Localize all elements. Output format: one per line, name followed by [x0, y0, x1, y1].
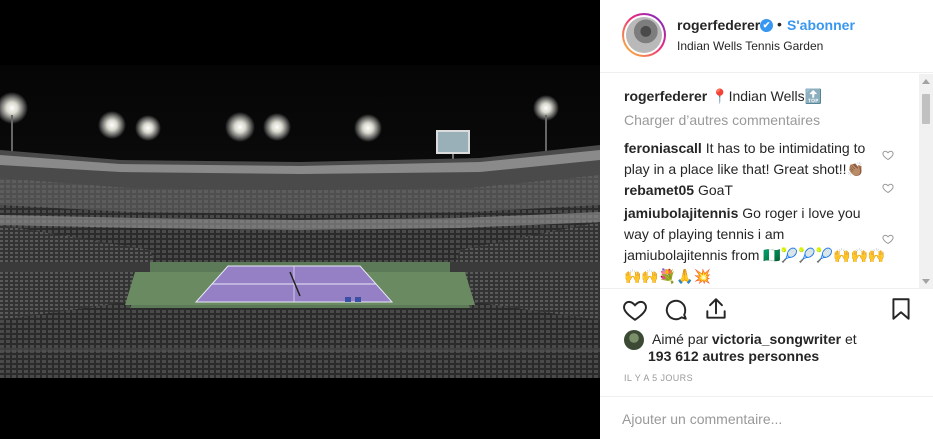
- comments-section[interactable]: rogerfederer 📍Indian Wells🔝 Charger d’au…: [600, 74, 933, 289]
- comment-text: GoaT: [697, 182, 733, 198]
- stadium-photo: [0, 0, 600, 439]
- comment-icon[interactable]: [663, 297, 689, 323]
- heart-icon[interactable]: [622, 297, 648, 323]
- load-more-comments-button[interactable]: Charger d’autres commentaires: [624, 112, 820, 128]
- scroll-down-arrow-icon[interactable]: [922, 279, 930, 284]
- post-timestamp[interactable]: IL Y A 5 JOURS: [624, 373, 693, 383]
- comment-like-heart-icon[interactable]: [882, 149, 894, 161]
- post-sidebar: rogerfederer ✔ • S'abonner Indian Wells …: [600, 0, 933, 439]
- verified-icon: ✔: [760, 19, 773, 32]
- post-header: rogerfederer ✔ • S'abonner Indian Wells …: [600, 0, 933, 73]
- header-username[interactable]: rogerfederer: [677, 17, 760, 33]
- comment-item: jamiubolajitennis Go roger i love you wa…: [624, 203, 886, 287]
- likes-prefix: Aimé par: [652, 331, 709, 347]
- comment-like-heart-icon[interactable]: [882, 233, 894, 245]
- liker-username[interactable]: victoria_songwriter: [712, 331, 841, 347]
- caption-username[interactable]: rogerfederer: [624, 88, 707, 104]
- header-dot-separator: •: [777, 16, 782, 32]
- avatar-image: [626, 17, 662, 53]
- follow-button[interactable]: S'abonner: [787, 17, 855, 33]
- likes-count-link[interactable]: 193 612 autres personnes: [648, 348, 819, 364]
- comment-item: feroniascall It has to be intimidating t…: [624, 138, 886, 180]
- likes-summary: Aimé par victoria_songwriter et 193 612 …: [624, 330, 924, 370]
- add-comment-input[interactable]: [622, 409, 902, 429]
- likes-line-1: Aimé par victoria_songwriter et: [652, 331, 857, 347]
- comment-username[interactable]: feroniascall: [624, 140, 702, 156]
- post-image[interactable]: [0, 0, 600, 439]
- action-bar: [600, 290, 933, 330]
- comment-like-heart-icon[interactable]: [882, 182, 894, 194]
- profile-avatar[interactable]: [622, 13, 666, 57]
- scroll-up-arrow-icon[interactable]: [922, 79, 930, 84]
- bookmark-icon[interactable]: [888, 296, 914, 322]
- comment-username[interactable]: rebamet05: [624, 182, 694, 198]
- liker-avatar[interactable]: [624, 330, 644, 350]
- comments-scrollbar[interactable]: [919, 74, 933, 288]
- caption-text: 📍Indian Wells🔝: [711, 88, 823, 104]
- caption: rogerfederer 📍Indian Wells🔝: [624, 86, 886, 107]
- add-comment-bar: [600, 396, 933, 439]
- location-link[interactable]: Indian Wells Tennis Garden: [677, 39, 823, 53]
- share-icon[interactable]: [703, 296, 729, 322]
- likes-joiner: et: [844, 331, 857, 347]
- comment-item: rebamet05 GoaT: [624, 180, 886, 201]
- scroll-thumb[interactable]: [922, 94, 930, 124]
- comment-username[interactable]: jamiubolajitennis: [624, 205, 738, 221]
